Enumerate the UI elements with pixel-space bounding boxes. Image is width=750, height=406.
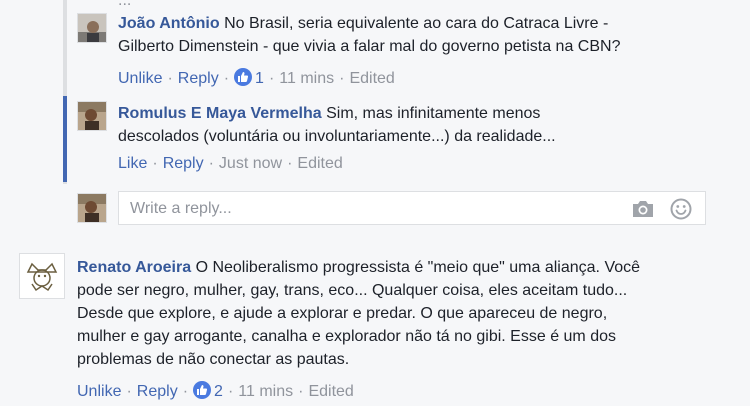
reply-link[interactable]: Reply xyxy=(163,155,204,172)
edited-label[interactable]: Edited xyxy=(308,383,353,400)
edited-label[interactable]: Edited xyxy=(349,70,394,87)
composer-avatar xyxy=(77,193,107,223)
reply-actions: Unlike · Reply · 1 · 11 mins · Edited xyxy=(118,68,395,87)
reply-input[interactable] xyxy=(128,192,612,226)
smiley-icon[interactable] xyxy=(670,198,692,225)
comment-body: Renato Aroeira O Neoliberalismo progress… xyxy=(77,256,737,371)
avatar[interactable] xyxy=(77,13,107,43)
comment-text-line: mulher e gay arrogante, canalha e explor… xyxy=(77,328,616,345)
active-reply-indicator xyxy=(63,96,67,182)
comment-text-line: Desde que explore, e ajude a explorar e … xyxy=(77,305,608,322)
reply-composer xyxy=(118,191,706,226)
unlike-link[interactable]: Unlike xyxy=(77,383,121,400)
unlike-link[interactable]: Unlike xyxy=(118,70,162,87)
camera-icon[interactable] xyxy=(631,199,655,224)
reply-link[interactable]: Reply xyxy=(137,383,178,400)
author-name[interactable]: João Antônio xyxy=(118,15,220,32)
avatar[interactable] xyxy=(77,101,107,131)
comment-text-line: O Neoliberalismo progressista é "meio qu… xyxy=(195,259,641,276)
reaction-count[interactable]: 1 xyxy=(255,70,264,87)
like-link[interactable]: Like xyxy=(118,155,147,172)
edited-label[interactable]: Edited xyxy=(297,155,342,172)
previous-content-fragment: ... xyxy=(118,0,132,9)
thumbs-up-icon[interactable] xyxy=(234,68,253,86)
avatar[interactable] xyxy=(19,253,65,299)
reply-link[interactable]: Reply xyxy=(178,70,219,87)
timestamp[interactable]: 11 mins xyxy=(279,70,334,87)
comment-text-line: pode ser negro, mulher, gay, trans, eco.… xyxy=(77,282,628,299)
author-name[interactable]: Romulus E Maya Vermelha xyxy=(118,105,322,122)
reply-body: Romulus E Maya Vermelha Sim, mas infinit… xyxy=(118,102,718,148)
timestamp[interactable]: Just now xyxy=(219,155,282,172)
comment-actions: Unlike · Reply · 2 · 11 mins · Edited xyxy=(77,381,354,400)
reaction-count[interactable]: 2 xyxy=(214,383,223,400)
reply-actions: Like · Reply · Just now · Edited xyxy=(118,155,343,172)
reply-text-line: descolados (voluntária ou involuntariame… xyxy=(118,128,556,145)
reply-text-line: Gilberto Dimenstein - que vivia a falar … xyxy=(118,38,621,55)
timestamp[interactable]: 11 mins xyxy=(238,383,293,400)
thumbs-up-icon[interactable] xyxy=(193,381,212,399)
author-name[interactable]: Renato Aroeira xyxy=(77,259,191,276)
comment-text-line: problemas de não conectar as pautas. xyxy=(77,351,350,368)
reply-body: João Antônio No Brasil, seria equivalent… xyxy=(118,12,718,58)
reply-text-line: No Brasil, seria equivalente ao cara do … xyxy=(224,15,609,32)
reply-text-line: Sim, mas infinitamente menos xyxy=(326,105,541,122)
